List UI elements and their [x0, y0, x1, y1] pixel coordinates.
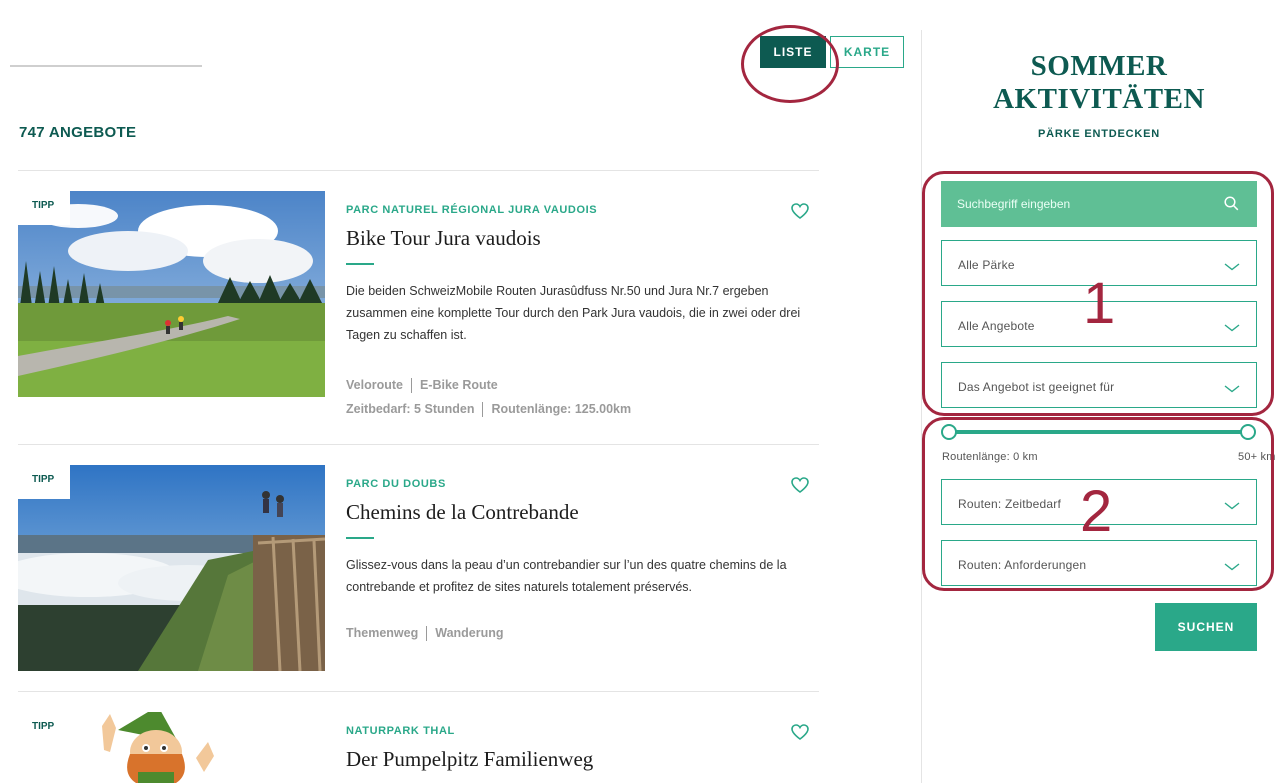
tag: Wanderung: [435, 626, 504, 640]
sidebar-title-line1: SOMMER: [1030, 50, 1168, 82]
offer-tags: Themenweg Wanderung: [346, 626, 504, 642]
parks-select-value: Alle Pärke: [958, 258, 1015, 272]
offer-card[interactable]: TIPP PARC NATUREL RÉGIONAL JURA VAUDOIS …: [18, 191, 819, 418]
tag-separator: [426, 626, 428, 642]
annotation-label-1: 1: [1083, 271, 1116, 336]
route-length: Routenlänge: 125.00km: [491, 402, 632, 416]
list-divider: [18, 444, 819, 445]
slider-min-handle[interactable]: [941, 424, 957, 440]
tag: Veloroute: [346, 378, 403, 392]
list-view-button[interactable]: LISTE: [760, 36, 826, 68]
offer-tags: Veloroute E-Bike Route: [346, 378, 498, 394]
suitable-for-select[interactable]: Das Angebot ist geeignet für: [941, 362, 1257, 408]
heart-icon[interactable]: [791, 724, 809, 745]
tag-separator: [482, 402, 484, 418]
chevron-down-icon: [1224, 560, 1240, 574]
search-icon[interactable]: [1224, 196, 1239, 216]
chevron-down-icon: [1224, 382, 1240, 396]
park-name: PARC NATUREL RÉGIONAL JURA VAUDOIS: [346, 204, 598, 216]
sidebar-title-line2: AKTIVITÄTEN: [993, 83, 1205, 115]
chevron-down-icon: [1224, 499, 1240, 513]
range-max-label: 50+ km: [1238, 451, 1276, 463]
sidebar-title: SOMMER AKTIVITÄTEN: [942, 50, 1256, 116]
suitable-for-select-value: Das Angebot ist geeignet für: [958, 380, 1115, 394]
results-count: 747 ANGEBOTE: [19, 124, 137, 141]
duration: Zeitbedarf: 5 Stunden: [346, 402, 475, 416]
range-min-label: Routenlänge: 0 km: [942, 451, 1038, 463]
title-accent-line: [346, 263, 374, 265]
tag-separator: [410, 378, 412, 394]
heart-icon[interactable]: [791, 203, 809, 224]
time-required-select-value: Routen: Zeitbedarf: [958, 497, 1061, 511]
offer-card[interactable]: TIPP NATURPARK THAL Der Pumpelpitz Famil…: [18, 712, 819, 783]
list-divider: [18, 691, 819, 692]
route-length-slider-track[interactable]: [948, 430, 1248, 434]
header-divider: [10, 65, 202, 67]
tipp-badge: TIPP: [18, 465, 70, 499]
slider-max-handle[interactable]: [1240, 424, 1256, 440]
sidebar-divider: [921, 30, 922, 783]
search-submit-button[interactable]: SUCHEN: [1155, 603, 1257, 651]
offers-select-value: Alle Angebote: [958, 319, 1035, 333]
park-name: NATURPARK THAL: [346, 725, 455, 737]
heart-icon[interactable]: [791, 477, 809, 498]
offer-card[interactable]: TIPP PARC DU DOUBS Chemins de la Contreb…: [18, 465, 819, 675]
requirements-select-value: Routen: Anforderungen: [958, 558, 1087, 572]
tipp-badge: TIPP: [18, 191, 70, 225]
offer-description: Die beiden SchweizMobile Routen Jurasûdf…: [346, 284, 801, 342]
title-accent-line: [346, 537, 374, 539]
offer-meta: Zeitbedarf: 5 Stunden Routenlänge: 125.00…: [346, 402, 632, 418]
offer-description: Glissez-vous dans la peau d’un contreban…: [346, 558, 787, 594]
sidebar-subtitle: PÄRKE ENTDECKEN: [1037, 128, 1160, 140]
offer-title[interactable]: Chemins de la Contrebande: [346, 500, 579, 525]
offer-title[interactable]: Bike Tour Jura vaudois: [346, 226, 541, 251]
park-name: PARC DU DOUBS: [346, 478, 446, 490]
annotation-label-2: 2: [1080, 479, 1113, 544]
chevron-down-icon: [1224, 260, 1240, 274]
tipp-badge: TIPP: [18, 712, 70, 746]
view-toggle: LISTE KARTE: [760, 36, 904, 68]
list-divider: [18, 170, 819, 171]
search-input[interactable]: [941, 181, 1201, 227]
map-view-button[interactable]: KARTE: [830, 36, 904, 68]
offer-title[interactable]: Der Pumpelpitz Familienweg: [346, 747, 593, 772]
chevron-down-icon: [1224, 321, 1240, 335]
search-box: [941, 181, 1257, 227]
tag: Themenweg: [346, 626, 419, 640]
requirements-select[interactable]: Routen: Anforderungen: [941, 540, 1257, 586]
tag: E-Bike Route: [419, 378, 498, 392]
